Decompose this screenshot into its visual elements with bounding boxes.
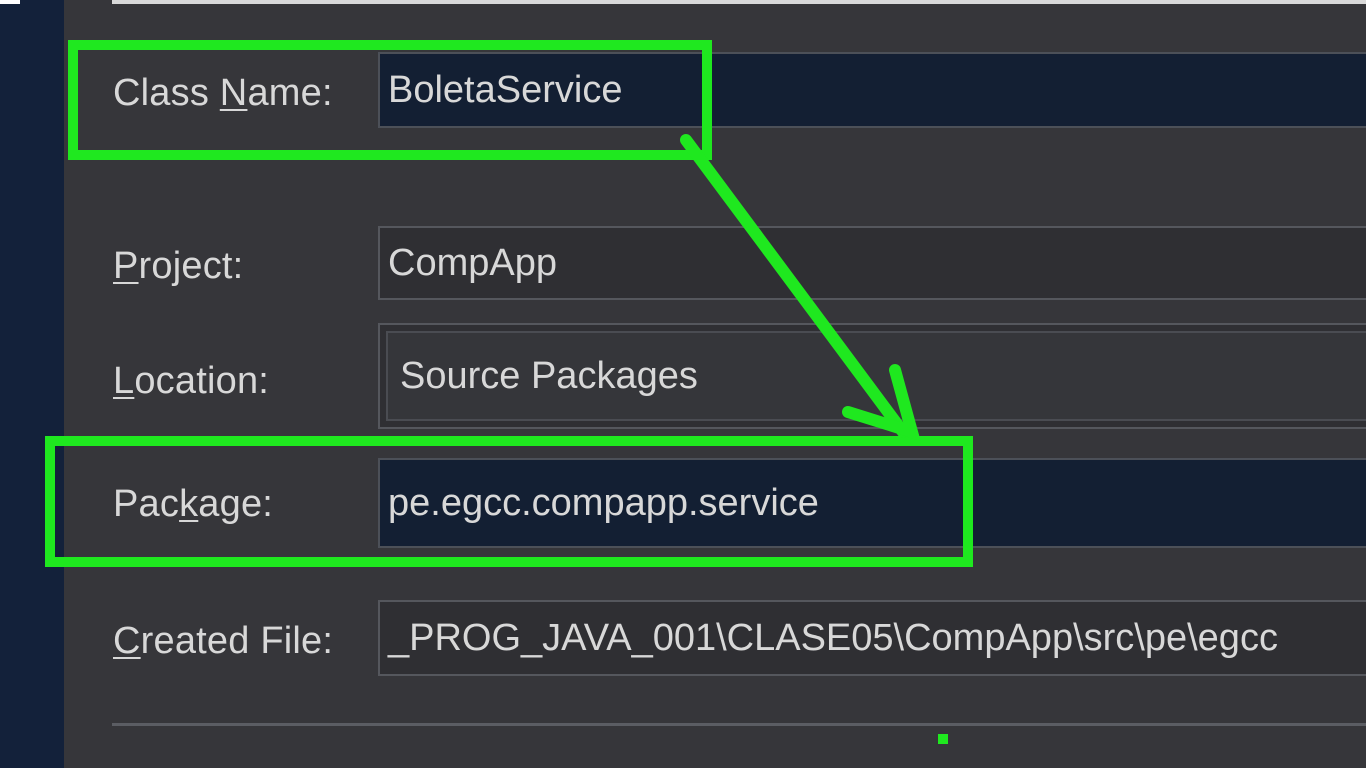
created-file-label-post: reated File: xyxy=(140,620,334,662)
package-label-post: age: xyxy=(198,483,274,525)
class-name-value: BoletaService xyxy=(388,69,623,111)
package-field[interactable]: pe.egcc.compapp.service xyxy=(378,458,1366,548)
location-label: Location: xyxy=(113,362,269,400)
class-name-label-post: ame: xyxy=(247,72,333,114)
project-label-post: roject: xyxy=(138,245,244,287)
location-label-mnemonic: L xyxy=(113,360,135,402)
class-name-label-mnemonic: N xyxy=(219,72,248,114)
project-label-mnemonic: P xyxy=(113,245,139,287)
class-name-label: Class Name: xyxy=(113,74,333,112)
project-field[interactable]: CompApp xyxy=(378,226,1366,300)
location-label-post: ocation: xyxy=(134,360,270,402)
location-combobox-display[interactable]: Source Packages xyxy=(386,331,1366,421)
package-value: pe.egcc.compapp.service xyxy=(388,482,819,524)
location-combobox[interactable]: Source Packages xyxy=(378,323,1366,429)
class-name-field[interactable]: BoletaService xyxy=(378,52,1366,128)
package-label: Package: xyxy=(113,485,273,523)
created-file-value: _PROG_JAVA_001\CLASE05\CompApp\src\pe\eg… xyxy=(388,617,1278,659)
bottom-divider xyxy=(112,723,1366,726)
side-panel-edge xyxy=(0,0,64,768)
top-divider xyxy=(112,0,1366,4)
created-file-field: _PROG_JAVA_001\CLASE05\CompApp\src\pe\eg… xyxy=(378,600,1366,676)
location-value: Source Packages xyxy=(400,355,698,397)
new-class-dialog: Class Name: BoletaService Project: CompA… xyxy=(0,0,1366,768)
side-panel-notch xyxy=(0,0,20,4)
class-name-label-pre: Class xyxy=(113,72,220,114)
created-file-label-mnemonic: C xyxy=(113,620,141,662)
project-value: CompApp xyxy=(388,242,557,284)
annotation-dot xyxy=(938,734,948,744)
package-label-pre: Pac xyxy=(113,483,180,525)
package-label-mnemonic: k xyxy=(179,483,199,525)
project-label: Project: xyxy=(113,247,243,285)
created-file-label: Created File: xyxy=(113,622,333,660)
